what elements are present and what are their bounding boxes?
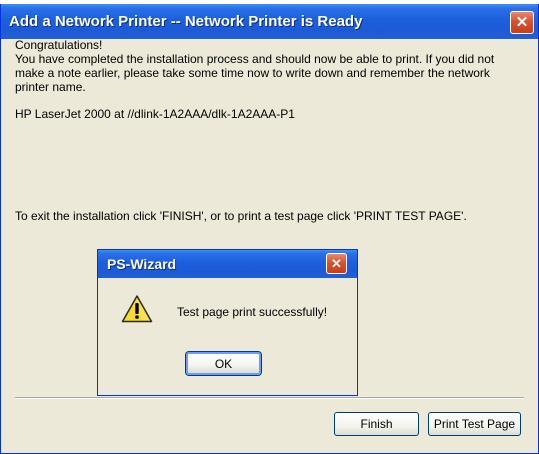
completion-message: You have completed the installation proc… — [15, 52, 495, 94]
ok-button[interactable]: OK — [186, 352, 261, 375]
main-title-bar[interactable]: Add a Network Printer -- Network Printer… — [1, 4, 538, 39]
wizard-title: PS-Wizard — [107, 256, 177, 272]
close-icon: ✕ — [331, 255, 342, 271]
exit-instructions-text: To exit the installation click 'FINISH',… — [15, 209, 467, 223]
warning-icon — [121, 295, 153, 323]
wizard-title-bar[interactable]: PS-Wizard ✕ — [98, 250, 357, 278]
main-window-title: Add a Network Printer -- Network Printer… — [9, 13, 363, 30]
wizard-message: Test page print successfully! — [177, 305, 328, 319]
congratulations-heading: Congratulations! — [15, 38, 103, 52]
ps-wizard-dialog: PS-Wizard ✕ Test page print successfully… — [97, 249, 358, 396]
button-separator — [15, 397, 524, 399]
printer-name-text: HP LaserJet 2000 at //dlink-1A2AAA/dlk-1… — [15, 107, 295, 121]
main-close-button[interactable]: ✕ — [510, 11, 534, 34]
print-test-page-button[interactable]: Print Test Page — [428, 412, 521, 436]
close-icon: ✕ — [515, 14, 529, 31]
finish-button[interactable]: Finish — [334, 412, 419, 436]
wizard-close-button[interactable]: ✕ — [326, 253, 347, 274]
